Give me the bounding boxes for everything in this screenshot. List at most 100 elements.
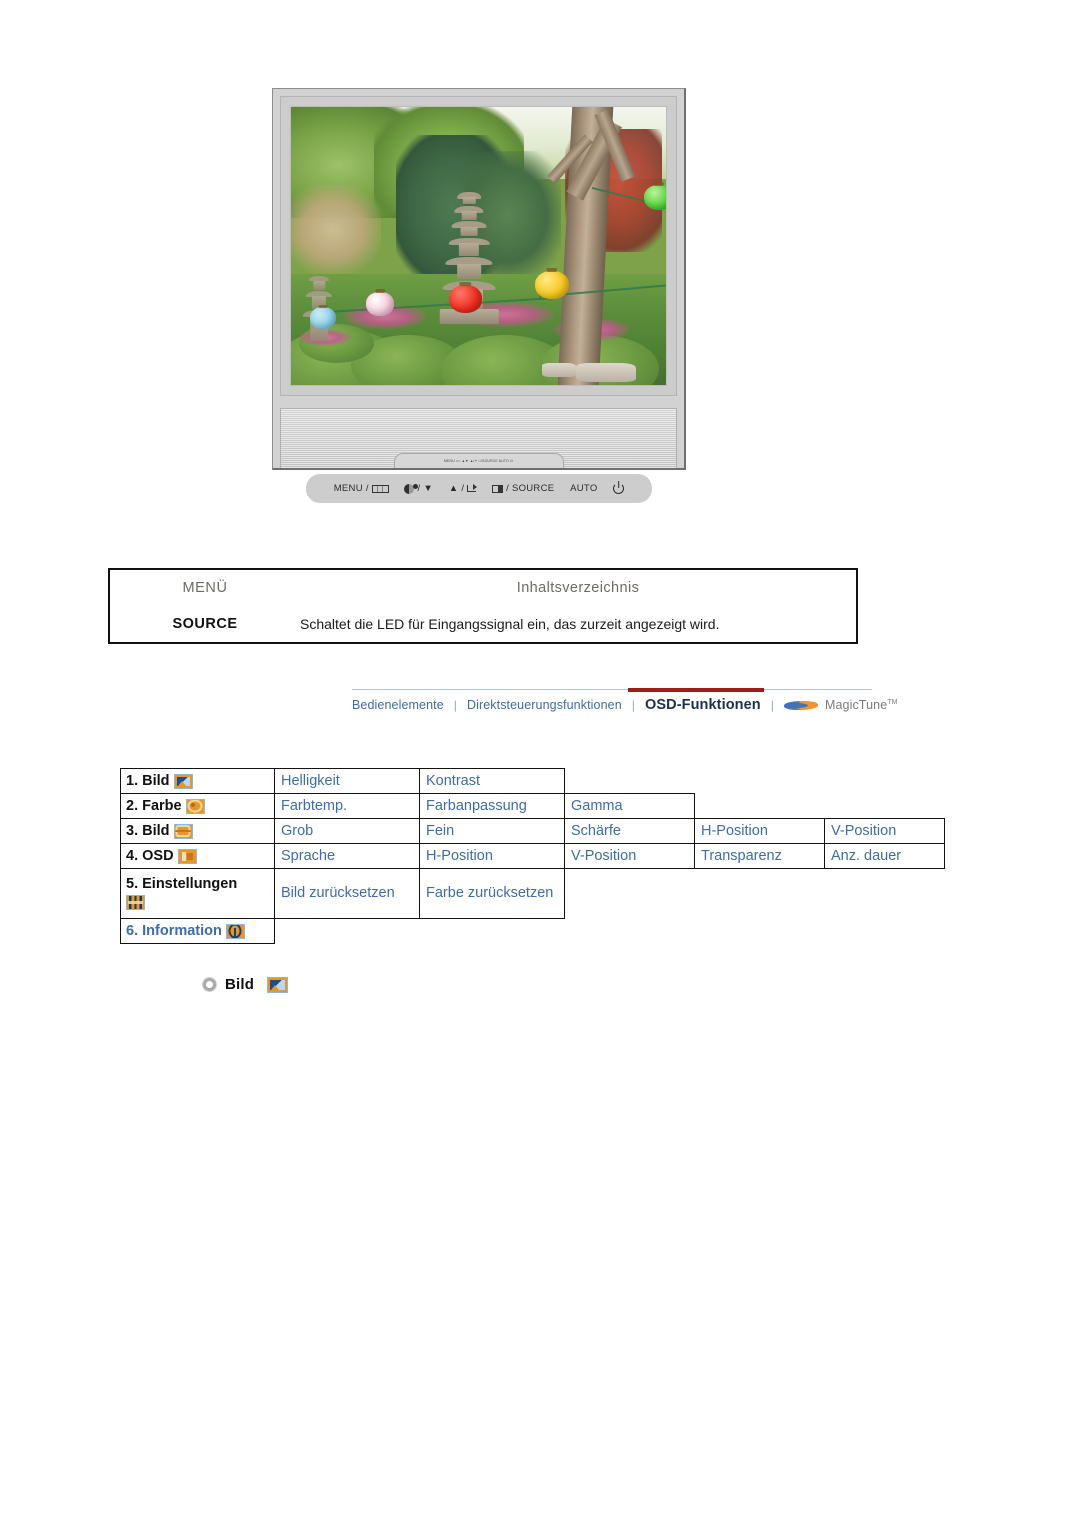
osd-item-v-position[interactable]: V-Position — [824, 818, 945, 844]
control-up: ▲ / — [448, 483, 478, 494]
source-description-table: MENÜ Inhaltsverzeichnis SOURCE Schaltet … — [108, 568, 858, 644]
nav-separator: ❘ — [767, 699, 777, 712]
source-key: SOURCE — [172, 616, 238, 632]
empty-cell — [825, 794, 945, 819]
information-icon — [225, 923, 245, 939]
empty-cell — [695, 869, 825, 919]
nav-item-osd-funktionen[interactable]: OSD-Funktionen — [645, 697, 761, 713]
column-header-menu: MENÜ — [182, 580, 228, 596]
osd-category-bild-1[interactable]: 1. Bild — [120, 768, 275, 794]
empty-cell — [695, 919, 825, 944]
empty-cell — [565, 919, 695, 944]
source-icon — [492, 484, 504, 493]
monitor-control-strip[interactable]: MENU □□ ▲▼ ▲/↵ □/SOURCE AUTO ⏻ — [393, 453, 564, 468]
control-up-label: ▲ / — [448, 483, 465, 494]
empty-cell — [825, 869, 945, 919]
osd-window-icon — [177, 848, 197, 864]
nav-divider — [352, 689, 872, 690]
lantern-red — [448, 284, 483, 313]
osd-item-helligkeit[interactable]: Helligkeit — [274, 768, 420, 794]
page-title: Bild — [225, 976, 255, 993]
nav-separator: ❘ — [450, 699, 460, 712]
control-power — [613, 483, 625, 494]
lantern-blue — [309, 307, 336, 330]
osd-item-schaerfe[interactable]: Schärfe — [564, 818, 695, 844]
table-row: 2. Farbe Farbtemp. Farbanpassung Gamma — [120, 793, 945, 819]
empty-cell — [565, 769, 695, 794]
monitor-figure: MENU □□ ▲▼ ▲/↵ □/SOURCE AUTO ⏻ — [272, 88, 686, 470]
lantern-yellow — [534, 271, 569, 299]
monitor-screen — [290, 106, 667, 386]
control-auto-label: AUTO — [570, 483, 598, 494]
osd-item-h-position[interactable]: H-Position — [694, 818, 825, 844]
table-row: 3. Bild Grob Fein Schärfe H-Position V-P… — [120, 818, 945, 844]
osd-item-farbe-zuruecksetzen[interactable]: Farbe zurücksetzen — [419, 868, 565, 919]
active-tab-underline — [628, 688, 764, 692]
osd-item-fein[interactable]: Fein — [419, 818, 565, 844]
garden-photo — [291, 107, 666, 385]
magictune-label: MagicTune — [824, 698, 888, 712]
osd-item-anz-dauer[interactable]: Anz. dauer — [824, 843, 945, 869]
enter-icon — [467, 484, 478, 492]
osd-item-farbtemp[interactable]: Farbtemp. — [274, 793, 420, 819]
section-nav-banner: Bedienelemente ❘ Direktsteuerungsfunktio… — [352, 688, 897, 722]
osd-item-bild-zuruecksetzen[interactable]: Bild zurücksetzen — [274, 868, 420, 919]
control-brightness-label: / ▼ — [417, 483, 434, 494]
table-row: SOURCE Schaltet die LED für Eingangssign… — [110, 606, 856, 642]
empty-cell — [695, 769, 825, 794]
magictune-tm: TM — [887, 698, 898, 706]
control-auto: AUTO — [570, 483, 597, 494]
empty-cell — [565, 869, 695, 919]
control-brightness: / ▼ — [404, 483, 433, 494]
empty-cell — [420, 919, 565, 944]
settings-icon — [126, 895, 145, 911]
geometry-icon — [173, 823, 193, 839]
osd-category-information[interactable]: 6. Information — [120, 918, 275, 944]
osd-category-farbe[interactable]: 2. Farbe — [120, 793, 275, 819]
control-source-label: / SOURCE — [506, 483, 555, 494]
menu-icon — [371, 484, 389, 493]
empty-cell — [825, 919, 945, 944]
picture-icon — [267, 976, 289, 993]
picture-icon — [173, 773, 193, 789]
monitor-chassis: MENU □□ ▲▼ ▲/↵ □/SOURCE AUTO ⏻ — [272, 88, 686, 470]
osd-item-grob[interactable]: Grob — [274, 818, 420, 844]
ring-bullet-icon — [203, 978, 216, 991]
empty-cell — [275, 919, 420, 944]
osd-item-gamma[interactable]: Gamma — [564, 793, 695, 819]
control-button-legend: MENU / / ▼ ▲ / / SOURCE AUTO — [306, 474, 652, 503]
table-row: 4. OSD Sprache H-Position V-Position Tra… — [120, 843, 945, 869]
osd-item-kontrast[interactable]: Kontrast — [419, 768, 565, 794]
osd-item-h-position[interactable]: H-Position — [419, 843, 565, 869]
magictune-logo — [783, 700, 818, 711]
osd-category-osd[interactable]: 4. OSD — [120, 843, 275, 869]
monitor-bezel — [280, 96, 677, 396]
section-heading-bild: Bild — [203, 976, 289, 993]
control-source: / SOURCE — [492, 483, 554, 494]
osd-item-sprache[interactable]: Sprache — [274, 843, 420, 869]
osd-item-transparenz[interactable]: Transparenz — [694, 843, 825, 869]
osd-item-v-position[interactable]: V-Position — [564, 843, 695, 869]
source-description: Schaltet die LED für Eingangssignal ein,… — [300, 616, 720, 632]
osd-category-einstellungen[interactable]: 5. Einstellungen — [120, 868, 275, 919]
lantern-green — [643, 184, 666, 210]
table-row: 6. Information — [120, 918, 945, 944]
nav-item-magictune[interactable]: MagicTuneTM — [825, 698, 898, 712]
lantern-pink — [366, 291, 395, 316]
osd-menu-table: 1. Bild Helligkeit Kontrast 2. Farbe Far… — [120, 768, 945, 944]
nav-item-direktsteuerungsfunktionen[interactable]: Direktsteuerungsfunktionen — [467, 698, 622, 712]
table-row: 5. Einstellungen Bild zurücksetzen Farbe… — [120, 868, 945, 919]
table-header-row: MENÜ Inhaltsverzeichnis — [110, 570, 856, 606]
table-row: 1. Bild Helligkeit Kontrast — [120, 768, 945, 794]
empty-cell — [825, 769, 945, 794]
empty-cell — [695, 794, 825, 819]
nav-item-bedienelemente[interactable]: Bedienelemente — [352, 698, 444, 712]
control-menu-label: MENU / — [333, 483, 369, 494]
control-menu: MENU / — [334, 483, 389, 494]
osd-item-farbanpassung[interactable]: Farbanpassung — [419, 793, 565, 819]
osd-category-bild-3[interactable]: 3. Bild — [120, 818, 275, 844]
nav-separator: ❘ — [628, 699, 638, 712]
brightness-icon — [404, 483, 419, 494]
power-icon — [613, 483, 625, 494]
monitor-base-panel: MENU □□ ▲▼ ▲/↵ □/SOURCE AUTO ⏻ — [280, 408, 677, 468]
